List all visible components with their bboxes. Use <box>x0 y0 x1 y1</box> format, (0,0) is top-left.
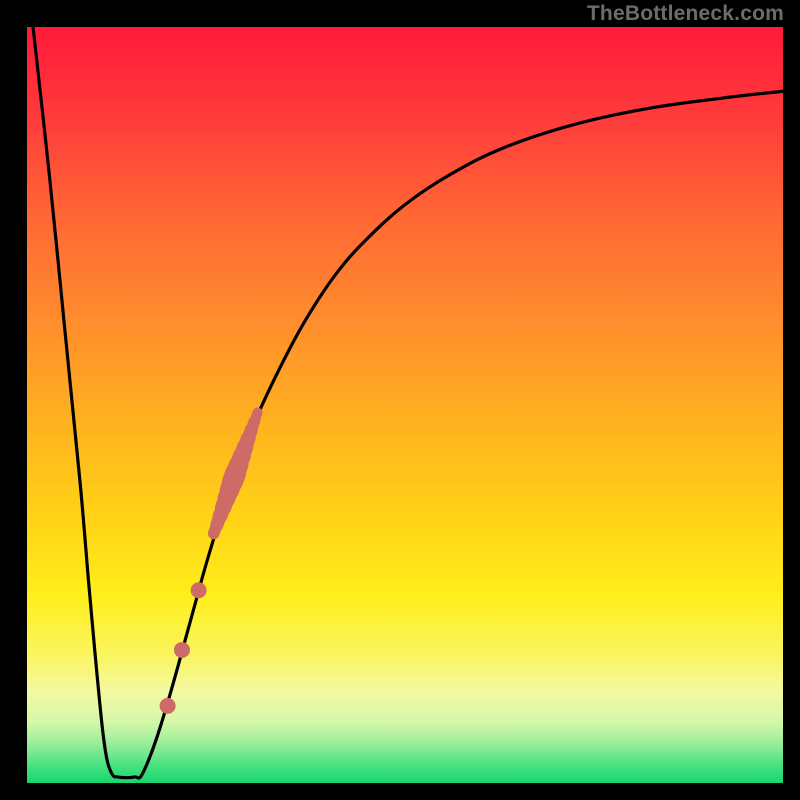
chart-frame: TheBottleneck.com <box>0 0 800 800</box>
gradient-plot-background <box>27 27 783 783</box>
watermark-text: TheBottleneck.com <box>587 2 784 26</box>
